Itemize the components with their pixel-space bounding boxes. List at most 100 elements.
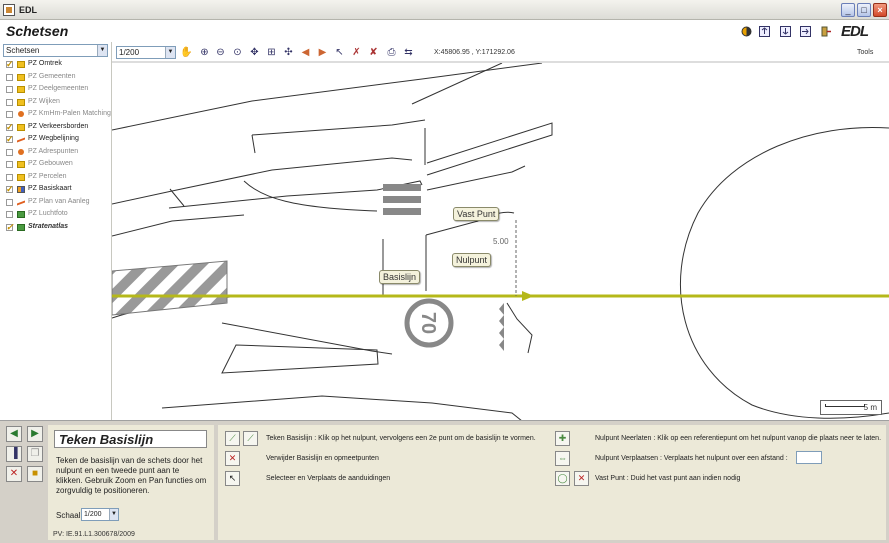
layer-item[interactable]: PZ Omtrek <box>0 58 112 71</box>
back-arrow-icon[interactable]: ◀ <box>6 426 22 442</box>
layer-label: PZ Luchtfoto <box>28 210 68 217</box>
layer-set-select[interactable]: Schetsen ▼ <box>3 44 108 57</box>
layer-label: PZ Deelgemeenten <box>28 85 89 92</box>
layer-checkbox[interactable] <box>6 161 13 168</box>
app-icon <box>3 4 15 16</box>
layer-label: PZ Plan van Aanleg <box>28 197 90 205</box>
remove-fixed-point-icon[interactable]: ✕ <box>574 471 589 486</box>
speed-sign-value: 70 <box>417 312 439 334</box>
layer-item[interactable]: PZ Wijken <box>0 96 112 109</box>
layer-checkbox[interactable] <box>6 148 13 156</box>
layer-item[interactable]: PZ Plan van Aanleg <box>0 196 112 209</box>
road-edge <box>112 214 245 237</box>
map-canvas[interactable]: 70 Vast Punt 5.00 Nulpunt Basislijn 5 m <box>112 62 889 420</box>
layer-checkbox[interactable] <box>6 133 14 146</box>
multi-icon <box>17 186 25 193</box>
deselect-icon[interactable]: ✗ <box>350 46 363 59</box>
select-pointer-icon[interactable]: ↖ <box>333 46 346 59</box>
draw-line-icon[interactable]: ⟋ <box>225 431 240 446</box>
folder-icon <box>17 123 25 131</box>
close-button[interactable]: × <box>873 3 887 17</box>
map-scalebar: 5 m <box>820 400 882 415</box>
line-icon <box>17 137 25 143</box>
point-icon <box>18 111 24 117</box>
layer-checkbox[interactable] <box>6 111 13 118</box>
distance-label: 5.00 <box>493 237 509 246</box>
zoom-in-icon[interactable]: ⊕ <box>198 46 211 59</box>
select-move-icon[interactable]: ↖ <box>225 471 240 486</box>
window-title: EDL <box>19 5 37 15</box>
layer-checkbox[interactable] <box>6 86 13 93</box>
layer-item[interactable]: PZ Adrespunten <box>0 146 112 159</box>
layer-item[interactable]: PZ Verkeersborden <box>0 121 112 133</box>
delete-icon[interactable]: ✕ <box>6 466 22 482</box>
fixed-point-icon[interactable]: ◯ <box>555 471 570 486</box>
instruction-panel: Teken Basislijn Teken de basislijn van d… <box>48 425 214 540</box>
contrast-icon[interactable] <box>741 26 752 37</box>
layer-checkbox[interactable] <box>6 183 14 196</box>
window-titlebar: EDL _ □ × <box>0 0 889 20</box>
scale-value: 1/200 <box>119 48 140 57</box>
layer-checkbox[interactable] <box>6 221 14 233</box>
layer-label: PZ Gemeenten <box>28 72 76 80</box>
layer-checkbox[interactable] <box>6 98 13 106</box>
layer-item[interactable]: PZ Luchtfoto <box>0 208 112 221</box>
export-icon[interactable]: ⇆ <box>402 46 415 59</box>
callout-nulpunt[interactable]: Nulpunt <box>452 253 492 267</box>
layout-top-icon[interactable] <box>759 26 770 37</box>
maximize-button[interactable]: □ <box>857 3 871 17</box>
road-edge <box>426 122 553 176</box>
edl-logo: EDL <box>841 23 869 40</box>
road-edge <box>425 220 479 236</box>
layout-bottom-icon[interactable] <box>780 26 791 37</box>
layer-item[interactable]: PZ KmHm-Palen Matching <box>0 108 112 121</box>
recenter-icon[interactable]: ✣ <box>282 46 295 59</box>
zoom-extent-icon[interactable]: ⊞ <box>265 46 278 59</box>
layer-item[interactable]: PZ Wegbelijning <box>0 133 112 146</box>
road-edge <box>506 302 533 354</box>
save-icon[interactable]: ■ <box>27 466 43 482</box>
previous-extent-icon[interactable]: ◀ <box>299 46 312 59</box>
zoom-out-icon[interactable]: ⊖ <box>214 46 227 59</box>
layer-checkbox[interactable] <box>6 73 13 81</box>
copy-icon[interactable]: ❐ <box>27 446 43 462</box>
scale-select[interactable]: 1/200 ▼ <box>116 46 176 59</box>
callout-vast-punt[interactable]: Vast Punt <box>453 207 500 221</box>
layer-checkbox[interactable] <box>6 211 13 218</box>
schaal-select[interactable]: 1/200 ▼ <box>81 508 119 521</box>
layer-checkbox[interactable] <box>6 121 14 133</box>
layer-item[interactable]: Stratenatlas <box>0 221 112 233</box>
layer-item[interactable]: PZ Gebouwen <box>0 158 112 171</box>
move-icon[interactable]: ✥ <box>248 46 261 59</box>
layer-checkbox[interactable] <box>6 198 13 206</box>
next-extent-icon[interactable]: ▶ <box>316 46 329 59</box>
folder-icon <box>17 61 25 68</box>
ruler-icon[interactable]: ▐ <box>6 446 22 462</box>
move-zero-point-icon[interactable]: ⇔ <box>555 451 570 466</box>
layer-label: PZ Basiskaart <box>28 185 72 192</box>
exit-icon[interactable] <box>821 26 832 37</box>
distance-input[interactable] <box>796 451 822 464</box>
crosswalk-stripe <box>383 208 421 215</box>
layer-checkbox[interactable] <box>6 58 14 71</box>
layer-item[interactable]: PZ Gemeenten <box>0 71 112 84</box>
layer-item[interactable]: PZ Basiskaart <box>0 183 112 196</box>
tools-menu[interactable]: Tools <box>857 49 873 56</box>
minimize-button[interactable]: _ <box>841 3 855 17</box>
layer-item[interactable]: PZ Percelen <box>0 171 112 184</box>
remove-baseline-icon[interactable]: ✕ <box>225 451 240 466</box>
road-edge <box>426 165 526 191</box>
baseline-arrow <box>522 291 534 301</box>
layer-item[interactable]: PZ Deelgemeenten <box>0 83 112 96</box>
forward-arrow-icon[interactable]: ▶ <box>27 426 43 442</box>
clear-selection-icon[interactable]: ✘ <box>367 46 380 59</box>
print-icon[interactable]: ⎙ <box>385 46 398 59</box>
drop-zero-point-icon[interactable]: ✚ <box>555 431 570 446</box>
callout-basislijn[interactable]: Basislijn <box>379 270 421 284</box>
zoom-box-icon[interactable]: ⊙ <box>231 46 244 59</box>
road-edge <box>243 180 378 212</box>
draw-baseline-icon[interactable]: ⟋ <box>243 431 258 446</box>
pan-hand-icon[interactable]: ✋ <box>180 46 193 59</box>
layer-checkbox[interactable] <box>6 173 13 181</box>
layout-side-icon[interactable] <box>800 26 811 37</box>
